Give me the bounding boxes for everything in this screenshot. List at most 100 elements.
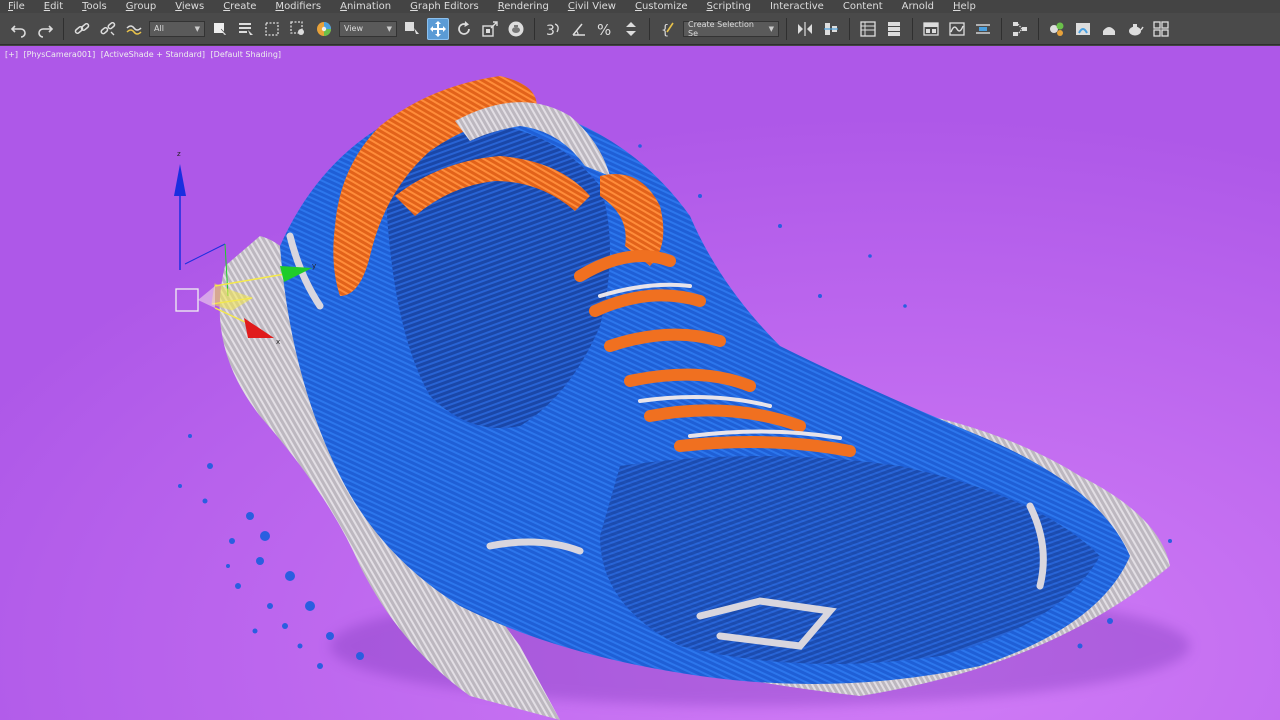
layer-explorer-icon — [888, 21, 900, 36]
select-object-icon — [214, 22, 228, 38]
menu-animation[interactable]: Animation — [340, 0, 391, 13]
redo-button[interactable] — [34, 18, 56, 40]
named-selection-icon: { — [661, 22, 674, 38]
toggle-layer-explorer-button[interactable] — [883, 18, 905, 40]
menu-tools[interactable]: Tools — [82, 0, 107, 13]
perspective-viewport[interactable]: z y x [+] [PhysCamera001] [ActiveShade +… — [0, 46, 1280, 720]
align-icon — [824, 22, 838, 35]
toggle-ribbon-button[interactable] — [920, 18, 942, 40]
menu-create[interactable]: Create — [223, 0, 256, 13]
svg-text:3: 3 — [546, 23, 555, 38]
undo-button[interactable] — [8, 18, 30, 40]
render-teapot-icon — [1129, 23, 1144, 35]
toolbar-separator — [534, 17, 535, 40]
align-button[interactable] — [820, 18, 842, 40]
select-object-button[interactable] — [209, 18, 231, 40]
scene-explorer-icon — [860, 20, 876, 37]
pivot-center-icon — [405, 21, 419, 37]
gizmo-x-label: x — [276, 338, 280, 346]
select-and-scale-button[interactable] — [479, 18, 501, 40]
spinner-snap-toggle-button[interactable] — [620, 18, 642, 40]
curve-editor-button[interactable] — [946, 18, 968, 40]
mirror-button[interactable] — [794, 18, 816, 40]
gizmo-z-label: z — [177, 150, 181, 158]
selection-filter-dropdown[interactable]: All ▼ — [149, 20, 205, 37]
toolbar-separator — [63, 17, 64, 40]
toolbar-separator — [849, 17, 850, 40]
viewport-label[interactable]: [+] [PhysCamera001] [ActiveShade + Stand… — [5, 50, 284, 59]
select-by-name-icon — [239, 22, 253, 35]
toolbar-separator — [912, 17, 913, 40]
viewport-scene: z y x — [0, 46, 1280, 720]
undo-icon — [10, 24, 26, 38]
menu-scripting[interactable]: Scripting — [706, 0, 750, 13]
menu-help[interactable]: Help — [953, 0, 976, 13]
unlink-selection-button[interactable] — [97, 18, 119, 40]
percent-snap-icon: % — [597, 21, 611, 38]
select-and-move-tool-button[interactable] — [427, 17, 449, 40]
menu-civil-view[interactable]: Civil View — [568, 0, 616, 13]
schematic-view-button[interactable] — [1009, 18, 1031, 40]
viewport-point-of-view-menu[interactable]: [PhysCamera001] — [24, 50, 96, 59]
select-by-name-button[interactable] — [235, 18, 257, 40]
menu-file[interactable]: File — [8, 0, 25, 13]
unlink-icon — [100, 21, 116, 35]
rendered-frame-icon — [1103, 26, 1115, 35]
select-and-place-button[interactable] — [505, 18, 527, 40]
bind-to-space-warp-button[interactable] — [123, 18, 145, 40]
snap-3-icon: 3 — [546, 23, 559, 38]
rotate-icon — [458, 20, 470, 35]
select-and-link-button[interactable] — [71, 18, 93, 40]
toggle-scene-explorer-button[interactable] — [857, 18, 879, 40]
arnold-render-button[interactable] — [1150, 18, 1172, 40]
material-editor-button[interactable] — [1046, 18, 1068, 40]
space-warp-icon — [126, 24, 142, 35]
render-production-button[interactable] — [1124, 18, 1146, 40]
rendered-frame-window-button[interactable] — [1098, 18, 1120, 40]
window-crossing-icon — [290, 20, 304, 35]
named-selection-sets-value: Create Selection Se — [688, 19, 754, 38]
select-and-rotate-button[interactable] — [453, 18, 475, 40]
menu-interactive[interactable]: Interactive — [770, 0, 824, 13]
angle-snap-toggle-button[interactable] — [568, 18, 590, 40]
menu-modifiers[interactable]: Modifiers — [275, 0, 321, 13]
viewport-per-view-preference-menu[interactable]: [Default Shading] — [211, 50, 282, 59]
menu-customize[interactable]: Customize — [635, 0, 688, 13]
menu-graph-editors[interactable]: Graph Editors — [410, 0, 479, 13]
mirror-icon — [798, 21, 812, 36]
rectangular-selection-region-button[interactable] — [261, 18, 283, 40]
viewport-general-menu[interactable]: [+] — [5, 50, 18, 59]
material-editor-icon — [1050, 22, 1064, 36]
render-setup-button[interactable] — [1072, 18, 1094, 40]
menu-rendering[interactable]: Rendering — [498, 0, 549, 13]
render-setup-icon — [1076, 22, 1090, 35]
menu-bar: File Edit Tools Group Views Create Modifiers An… — [0, 0, 1280, 13]
menu-content[interactable]: Content — [843, 0, 883, 13]
move-icon — [430, 20, 446, 37]
reference-coordinate-value: View — [344, 24, 363, 33]
reference-coordinate-dropdown[interactable]: View ▼ — [339, 20, 397, 37]
window-crossing-button[interactable] — [287, 18, 309, 40]
named-selection-sets-dropdown[interactable]: Create Selection Se ▼ — [683, 19, 779, 38]
dope-sheet-icon — [976, 23, 990, 34]
chevron-down-icon: ▼ — [194, 24, 200, 33]
edit-named-selection-sets-button[interactable]: { — [657, 18, 679, 40]
gizmo-y-label: y — [312, 262, 316, 270]
menu-edit[interactable]: Edit — [44, 0, 63, 13]
select-and-move-button[interactable] — [313, 18, 335, 40]
svg-text:%: % — [597, 21, 611, 38]
percent-snap-toggle-button[interactable]: % — [594, 18, 616, 40]
angle-snap-icon — [572, 23, 585, 36]
use-pivot-point-center-button[interactable] — [401, 18, 423, 40]
ribbon-icon — [923, 21, 939, 36]
scale-icon — [482, 20, 498, 37]
snaps-toggle-button[interactable]: 3 — [542, 18, 564, 40]
chevron-down-icon: ▼ — [386, 24, 392, 33]
viewport-shading-mode-menu[interactable]: [ActiveShade + Standard] — [101, 50, 205, 59]
menu-group[interactable]: Group — [126, 0, 156, 13]
color-wheel-icon — [317, 21, 331, 36]
link-icon — [74, 22, 90, 34]
dope-sheet-button[interactable] — [972, 18, 994, 40]
menu-arnold[interactable]: Arnold — [902, 0, 934, 13]
menu-views[interactable]: Views — [175, 0, 204, 13]
